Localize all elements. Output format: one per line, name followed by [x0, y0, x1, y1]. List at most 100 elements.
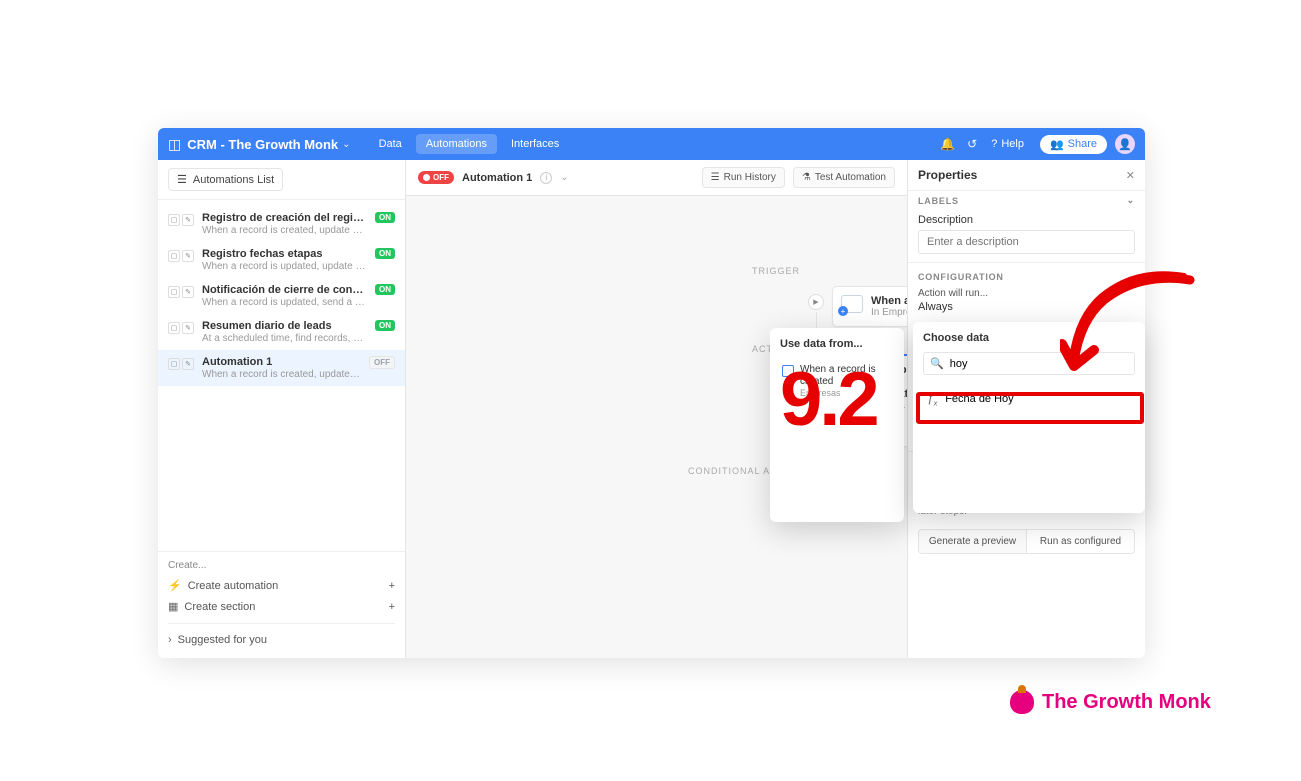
bell-icon[interactable]: 🔔	[940, 137, 955, 151]
automation-icons: ▢✎	[168, 250, 194, 262]
trigger-title: When a record is created	[871, 295, 907, 307]
automation-status-badge: ON	[375, 320, 395, 331]
formula-icon: ƒx	[927, 391, 937, 407]
data-source-sub: Empresas	[800, 388, 892, 398]
tab-interfaces[interactable]: Interfaces	[501, 134, 569, 154]
chevron-right-icon: ›	[168, 634, 172, 646]
nav-tabs: Data Automations Interfaces	[369, 134, 570, 154]
automation-item[interactable]: ▢✎ Resumen diario de leadsAt a scheduled…	[158, 314, 405, 350]
automation-title: Automation 1	[202, 356, 361, 368]
automation-icons: ▢✎	[168, 214, 194, 226]
run-as-configured-button[interactable]: Run as configured	[1027, 530, 1134, 553]
labels-header: LABELS	[918, 196, 959, 206]
help-button[interactable]: ?Help	[991, 138, 1024, 150]
automation-subtitle: When a record is updated, send a Slack m…	[202, 297, 367, 308]
trigger-sub: In Empresas	[871, 307, 907, 318]
data-source-title: When a record is created	[800, 364, 892, 388]
brand-text: The Growth Monk	[1042, 691, 1211, 714]
automation-status-badge: ON	[375, 212, 395, 223]
info-icon[interactable]: i	[540, 172, 552, 184]
checkbox-icon	[782, 365, 794, 377]
chevron-down-icon[interactable]: ⌄	[1127, 195, 1135, 206]
automation-status-badge: ON	[375, 284, 395, 295]
run-history-button[interactable]: ☰Run History	[702, 167, 785, 188]
history-icon[interactable]: ↺	[967, 137, 977, 151]
choose-data-popup: Choose data 🔍 ƒx Fecha de Hoy	[913, 322, 1145, 513]
app-logo-icon: ◫	[168, 136, 181, 153]
share-button[interactable]: 👥Share	[1040, 135, 1107, 154]
automation-subtitle: When a record is created, update a recor…	[202, 369, 361, 380]
action-will-run-label: Action will run...	[918, 288, 1135, 299]
sidebar: ☰Automations List ▢✎ Registro de creació…	[158, 160, 406, 658]
automations-list-toggle[interactable]: ☰Automations List	[168, 168, 283, 191]
automation-title: Registro fechas etapas	[202, 248, 367, 260]
search-box[interactable]: 🔍	[923, 352, 1135, 375]
chevron-down-icon[interactable]: ⌄	[560, 172, 568, 183]
automation-toggle[interactable]: OFF	[418, 171, 454, 184]
flow-icon: ⚡	[168, 580, 182, 592]
menu-icon: ☰	[177, 173, 187, 186]
sidebar-header: ☰Automations List	[158, 160, 405, 200]
trigger-label: TRIGGER	[752, 266, 800, 276]
search-icon: 🔍	[930, 357, 944, 370]
automation-status-badge: OFF	[369, 356, 395, 369]
properties-title: Properties	[918, 168, 977, 182]
close-icon[interactable]: ✕	[1126, 169, 1135, 182]
description-label: Description	[918, 214, 1135, 226]
chevron-down-icon[interactable]: ⌄	[342, 139, 350, 150]
description-input[interactable]	[918, 230, 1135, 254]
avatar[interactable]: 👤	[1115, 134, 1135, 154]
list-icon: ☰	[711, 172, 720, 183]
tab-automations[interactable]: Automations	[416, 134, 497, 154]
automation-subtitle: When a record is created, update a recor…	[202, 225, 367, 236]
run-step-icon[interactable]: ▶	[808, 294, 824, 310]
search-input[interactable]	[950, 358, 1128, 370]
automation-status-badge: ON	[375, 248, 395, 259]
canvas-toolbar: OFF Automation 1 i ⌄ ☰Run History ⚗Test …	[406, 160, 907, 196]
brand-icon	[1010, 690, 1034, 714]
field-option-label: Fecha de Hoy	[945, 393, 1013, 405]
section-icon: ▦	[168, 601, 178, 613]
field-option-fecha-de-hoy[interactable]: ƒx Fecha de Hoy	[923, 385, 1135, 413]
choose-data-title: Choose data	[923, 332, 1135, 344]
automation-title: Registro de creación del registro	[202, 212, 367, 224]
flask-icon: ⚗	[802, 172, 811, 183]
automation-subtitle: When a record is updated, update a recor…	[202, 261, 367, 272]
automation-item[interactable]: ▢✎ Notificación de cierre de contratoWhe…	[158, 278, 405, 314]
automation-title: Resumen diario de leads	[202, 320, 367, 332]
create-automation-button[interactable]: ⚡Create automation+	[168, 575, 395, 596]
automation-item[interactable]: ▢✎ Automation 1When a record is created,…	[158, 350, 405, 386]
automation-item[interactable]: ▢✎ Registro fechas etapasWhen a record i…	[158, 242, 405, 278]
test-automation-button[interactable]: ⚗Test Automation	[793, 167, 895, 188]
configuration-header: CONFIGURATION	[918, 272, 1004, 282]
automation-item[interactable]: ▢✎ Registro de creación del registroWhen…	[158, 206, 405, 242]
use-data-from-popup: Use data from... When a record is create…	[770, 328, 904, 522]
sidebar-footer: Create... ⚡Create automation+ ▦Create se…	[158, 551, 405, 658]
topbar: ◫ CRM - The Growth Monk ⌄ Data Automatio…	[158, 128, 1145, 160]
people-icon: 👥	[1050, 138, 1064, 151]
test-buttons: Generate a preview Run as configured	[918, 529, 1135, 554]
suggested-button[interactable]: ›Suggested for you	[168, 630, 395, 650]
generate-preview-button[interactable]: Generate a preview	[919, 530, 1027, 553]
help-icon: ?	[991, 138, 997, 150]
automations-list: ▢✎ Registro de creación del registroWhen…	[158, 200, 405, 551]
automation-icons: ▢✎	[168, 358, 194, 370]
tab-data[interactable]: Data	[369, 134, 412, 154]
data-source-option[interactable]: When a record is created Empresas	[780, 360, 894, 402]
create-section-button[interactable]: ▦Create section+	[168, 596, 395, 617]
brand-watermark: The Growth Monk	[1010, 690, 1211, 714]
create-label: Create...	[168, 560, 395, 571]
automation-title: Notificación de cierre de contrato	[202, 284, 367, 296]
record-created-icon	[841, 295, 863, 313]
trigger-node[interactable]: When a record is created In Empresas	[832, 286, 907, 327]
action-will-run-value: Always	[918, 301, 1135, 313]
automation-subtitle: At a scheduled time, find records, and 1…	[202, 333, 367, 344]
use-data-from-title: Use data from...	[780, 338, 894, 350]
automation-icons: ▢✎	[168, 286, 194, 298]
plus-icon: +	[389, 580, 395, 592]
automation-name[interactable]: Automation 1	[462, 172, 532, 184]
automation-icons: ▢✎	[168, 322, 194, 334]
plus-icon: +	[389, 601, 395, 613]
app-title: CRM - The Growth Monk	[187, 137, 338, 152]
chevron-down-icon[interactable]: ⌄	[1127, 271, 1135, 282]
